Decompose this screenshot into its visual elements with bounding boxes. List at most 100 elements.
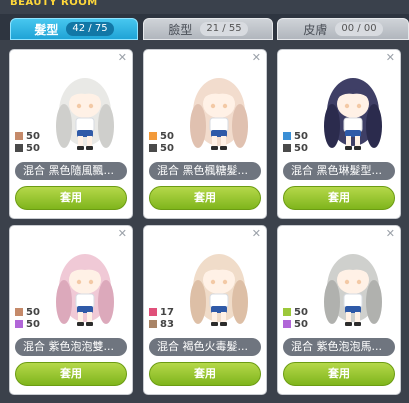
close-icon[interactable]: ✕ xyxy=(386,52,395,64)
color-swatch-1: 50 xyxy=(283,306,308,318)
swatch-value: 50 xyxy=(294,318,308,330)
color-swatch-2: 50 xyxy=(15,142,40,154)
tab-hair[interactable]: 髮型 42 / 75 xyxy=(10,18,138,40)
color-swatch-2: 50 xyxy=(149,142,174,154)
eye-right xyxy=(222,103,228,109)
tab-hair-label: 髮型 xyxy=(34,22,59,37)
tab-face-label: 臉型 xyxy=(168,22,193,37)
eye-left xyxy=(76,103,82,109)
hair-side-left xyxy=(324,280,340,324)
eye-right xyxy=(88,103,94,109)
shirt xyxy=(209,293,229,309)
leg-left xyxy=(346,136,351,147)
shorts xyxy=(345,130,361,137)
leg-right xyxy=(87,312,92,323)
swatch-value: 50 xyxy=(294,142,308,154)
color-swatch-2: 50 xyxy=(15,318,40,330)
close-icon[interactable]: ✕ xyxy=(252,228,261,240)
hair-side-right xyxy=(366,104,382,148)
color-swatch-2: 50 xyxy=(283,142,308,154)
style-name: 混合 紫色泡泡馬... xyxy=(283,338,395,356)
color-mix: 50 50 xyxy=(149,130,174,154)
apply-button[interactable]: 套用 xyxy=(283,186,395,210)
swatch-color xyxy=(283,144,291,152)
shorts xyxy=(345,306,361,313)
color-swatch-1: 17 xyxy=(149,306,174,318)
tab-hair-count: 42 / 75 xyxy=(66,22,114,36)
eye-right xyxy=(356,103,362,109)
shoe-left xyxy=(77,146,84,150)
swatch-value: 83 xyxy=(160,318,174,330)
tab-skin[interactable]: 皮膚 00 / 00 xyxy=(277,18,409,40)
leg-left xyxy=(346,312,351,323)
swatch-color xyxy=(283,320,291,328)
hair-side-right xyxy=(98,104,114,148)
shirt xyxy=(75,293,95,309)
shoe-right xyxy=(354,146,361,150)
shoe-right xyxy=(354,322,361,326)
character-preview xyxy=(40,240,130,330)
color-swatch-2: 83 xyxy=(149,318,174,330)
hair-side-left xyxy=(190,104,206,148)
character-preview xyxy=(308,64,398,154)
color-mix: 50 50 xyxy=(15,130,40,154)
leg-left xyxy=(78,312,83,323)
swatch-color xyxy=(15,308,23,316)
leg-right xyxy=(87,136,92,147)
hair-style-card[interactable]: ✕ 50 50 混合 黑色楓糖髮... 套用 xyxy=(143,49,267,219)
tab-face[interactable]: 臉型 21 / 55 xyxy=(143,18,273,40)
title-bar: BEAUTY ROOM xyxy=(0,0,409,14)
apply-button[interactable]: 套用 xyxy=(283,362,395,386)
eye-left xyxy=(344,279,350,285)
apply-button[interactable]: 套用 xyxy=(15,186,127,210)
close-icon[interactable]: ✕ xyxy=(118,228,127,240)
hair-side-right xyxy=(366,280,382,324)
color-mix: 50 50 xyxy=(15,306,40,330)
shoe-left xyxy=(345,322,352,326)
swatch-value: 50 xyxy=(26,306,40,318)
shoe-left xyxy=(77,322,84,326)
leg-left xyxy=(212,136,217,147)
style-name: 混合 黑色隨風飄... xyxy=(15,162,127,180)
style-name: 混合 褐色火毒髮... xyxy=(149,338,261,356)
shirt xyxy=(343,117,363,133)
hair-style-card[interactable]: ✕ 50 50 混合 黑色隨風飄... 套用 xyxy=(9,49,133,219)
swatch-value: 50 xyxy=(26,130,40,142)
color-swatch-1: 50 xyxy=(149,130,174,142)
color-mix: 50 50 xyxy=(283,306,308,330)
swatch-color xyxy=(15,320,23,328)
hair-side-left xyxy=(56,104,72,148)
apply-button[interactable]: 套用 xyxy=(149,362,261,386)
color-swatch-2: 50 xyxy=(283,318,308,330)
swatch-value: 50 xyxy=(26,142,40,154)
shirt xyxy=(75,117,95,133)
close-icon[interactable]: ✕ xyxy=(386,228,395,240)
shirt xyxy=(209,117,229,133)
style-name: 混合 黑色琳髮型... xyxy=(283,162,395,180)
leg-right xyxy=(355,312,360,323)
style-name: 混合 紫色泡泡雙... xyxy=(15,338,127,356)
shorts xyxy=(77,130,93,137)
shoe-right xyxy=(220,322,227,326)
eye-left xyxy=(344,103,350,109)
swatch-value: 50 xyxy=(160,130,174,142)
window-title: BEAUTY ROOM xyxy=(10,0,98,8)
eye-left xyxy=(210,103,216,109)
eye-right xyxy=(88,279,94,285)
character-preview xyxy=(174,64,264,154)
close-icon[interactable]: ✕ xyxy=(252,52,261,64)
eye-left xyxy=(76,279,82,285)
character-preview xyxy=(40,64,130,154)
swatch-color xyxy=(149,144,157,152)
close-icon[interactable]: ✕ xyxy=(118,52,127,64)
eye-right xyxy=(356,279,362,285)
swatch-value: 50 xyxy=(160,142,174,154)
hair-style-card[interactable]: ✕ 50 50 混合 紫色泡泡馬... 套用 xyxy=(277,225,401,395)
hair-style-card[interactable]: ✕ 50 50 混合 黑色琳髮型... 套用 xyxy=(277,49,401,219)
apply-button[interactable]: 套用 xyxy=(15,362,127,386)
tab-face-count: 21 / 55 xyxy=(200,22,248,36)
swatch-color xyxy=(15,144,23,152)
hair-style-card[interactable]: ✕ 50 50 混合 紫色泡泡雙... 套用 xyxy=(9,225,133,395)
hair-style-card[interactable]: ✕ 17 83 混合 褐色火毒髮... 套用 xyxy=(143,225,267,395)
apply-button[interactable]: 套用 xyxy=(149,186,261,210)
